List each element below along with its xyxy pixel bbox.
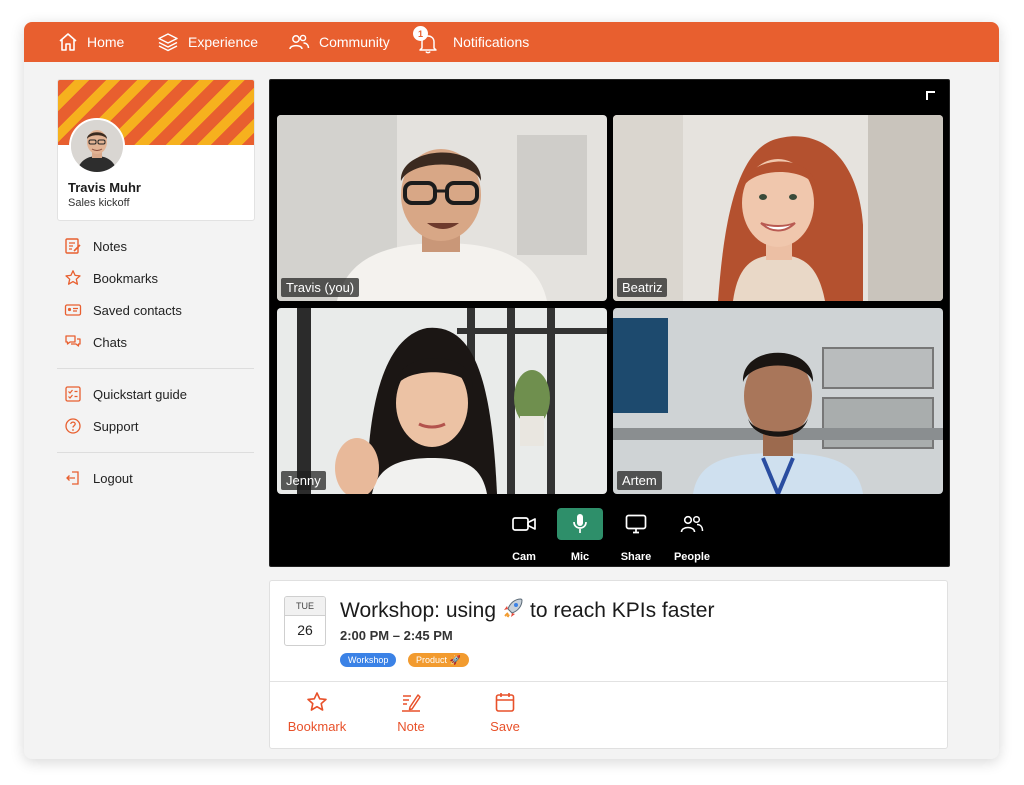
- control-label: People: [673, 551, 711, 563]
- sidebar-item-logout[interactable]: Logout: [64, 467, 133, 489]
- nav-home[interactable]: Home: [58, 22, 124, 62]
- profile-subtitle: Sales kickoff: [68, 197, 130, 209]
- profile-name: Travis Muhr: [68, 180, 141, 195]
- top-navigation: Home Experience Community 1 Notification…: [24, 22, 999, 62]
- tag-workshop[interactable]: Workshop: [340, 653, 397, 667]
- sidebar-item-label: Quickstart guide: [93, 386, 187, 402]
- help-icon: [65, 418, 81, 434]
- sidebar-item-notes[interactable]: Notes: [64, 235, 127, 257]
- save-label: Save: [490, 719, 520, 734]
- sidebar-item-label: Support: [93, 418, 139, 434]
- nav-experience[interactable]: Experience: [157, 22, 258, 62]
- camera-control[interactable]: Cam: [496, 508, 552, 568]
- sidebar-divider: [57, 452, 254, 453]
- sidebar-item-label: Saved contacts: [93, 302, 182, 318]
- fullscreen-icon[interactable]: [925, 90, 937, 102]
- event-divider: [270, 681, 947, 682]
- participant-name: Beatriz: [617, 278, 668, 297]
- event-card: TUE 26 Workshop: using to reach KPIs fas…: [269, 580, 948, 749]
- participant-name: Artem: [617, 471, 662, 490]
- participant-tile[interactable]: Beatriz: [613, 115, 943, 301]
- notes-icon: [65, 238, 81, 254]
- star-icon: [65, 270, 81, 285]
- participant-name: Jenny: [281, 471, 326, 490]
- event-day-of-week: TUE: [285, 597, 325, 616]
- sidebar-item-bookmarks[interactable]: Bookmarks: [64, 267, 158, 289]
- contact-card-icon: [64, 304, 82, 316]
- sidebar-item-support[interactable]: Support: [64, 415, 139, 437]
- home-icon: [59, 33, 77, 51]
- sidebar-item-label: Chats: [93, 334, 127, 350]
- avatar-photo: [71, 120, 123, 172]
- event-title: Workshop: using to reach KPIs faster: [340, 596, 714, 626]
- note-button[interactable]: Note: [371, 691, 451, 734]
- star-icon: [307, 692, 327, 711]
- sidebar-item-label: Logout: [93, 470, 133, 486]
- nav-notifications[interactable]: 1 Notifications: [413, 22, 530, 62]
- sidebar-item-label: Notes: [93, 238, 127, 254]
- participant-video: [277, 308, 607, 494]
- nav-experience-label: Experience: [188, 34, 259, 50]
- sidebar-item-label: Bookmarks: [93, 270, 159, 286]
- participant-tile[interactable]: Jenny: [277, 308, 607, 494]
- event-day: 26: [297, 622, 313, 638]
- rocket-icon: [501, 596, 525, 626]
- screen-share-icon: [625, 514, 647, 534]
- camera-button[interactable]: [501, 508, 547, 540]
- mic-button[interactable]: [557, 508, 603, 540]
- chat-icon: [65, 335, 81, 347]
- control-label: Mic: [570, 551, 590, 563]
- nav-community-label: Community: [319, 34, 390, 50]
- participant-video: [277, 115, 607, 301]
- logout-icon: [66, 471, 79, 485]
- participant-tile[interactable]: Artem: [613, 308, 943, 494]
- checklist-icon: [65, 386, 81, 402]
- profile-card[interactable]: Travis Muhr Sales kickoff: [57, 79, 255, 221]
- control-label: Share: [620, 551, 652, 563]
- event-title-end: to reach KPIs faster: [530, 599, 715, 622]
- participant-video: [613, 308, 943, 494]
- mic-icon: [573, 514, 587, 533]
- tag-product[interactable]: Product 🚀: [408, 653, 469, 667]
- sidebar-divider: [57, 368, 254, 369]
- control-label: Cam: [512, 551, 536, 563]
- sidebar-item-saved-contacts[interactable]: Saved contacts: [64, 299, 182, 321]
- nav-community[interactable]: Community: [288, 22, 390, 62]
- people-icon: [289, 34, 310, 50]
- share-button[interactable]: [613, 508, 659, 540]
- calendar-icon: [495, 693, 515, 712]
- event-date: TUE 26: [284, 596, 326, 646]
- share-control[interactable]: Share: [608, 508, 664, 568]
- bookmark-label: Bookmark: [287, 719, 347, 734]
- participant-video: [613, 115, 943, 301]
- save-button[interactable]: Save: [465, 691, 545, 734]
- sidebar-item-quickstart[interactable]: Quickstart guide: [64, 383, 187, 405]
- app-window: Home Experience Community 1 Notification…: [24, 22, 999, 759]
- event-time: 2:00 PM – 2:45 PM: [340, 628, 453, 643]
- camera-icon: [512, 517, 536, 531]
- note-edit-icon: [402, 694, 421, 712]
- people-control[interactable]: People: [664, 508, 720, 568]
- video-call-panel: Travis (you) Beatriz Jenny Artem Cam Mic…: [269, 79, 950, 567]
- bookmark-button[interactable]: Bookmark: [277, 691, 357, 734]
- note-label: Note: [397, 719, 425, 734]
- participant-name: Travis (you): [281, 278, 360, 297]
- event-title-start: Workshop: using: [340, 599, 497, 622]
- nav-home-label: Home: [87, 34, 125, 50]
- mic-control[interactable]: Mic: [552, 508, 608, 568]
- people-button[interactable]: [669, 508, 715, 540]
- avatar[interactable]: [69, 118, 125, 174]
- notification-count-badge: 1: [413, 26, 428, 41]
- people-icon: [680, 515, 704, 533]
- sidebar-item-chats[interactable]: Chats: [64, 331, 127, 353]
- layers-icon: [158, 33, 178, 52]
- participant-tile[interactable]: Travis (you): [277, 115, 607, 301]
- nav-notifications-label: Notifications: [453, 34, 530, 50]
